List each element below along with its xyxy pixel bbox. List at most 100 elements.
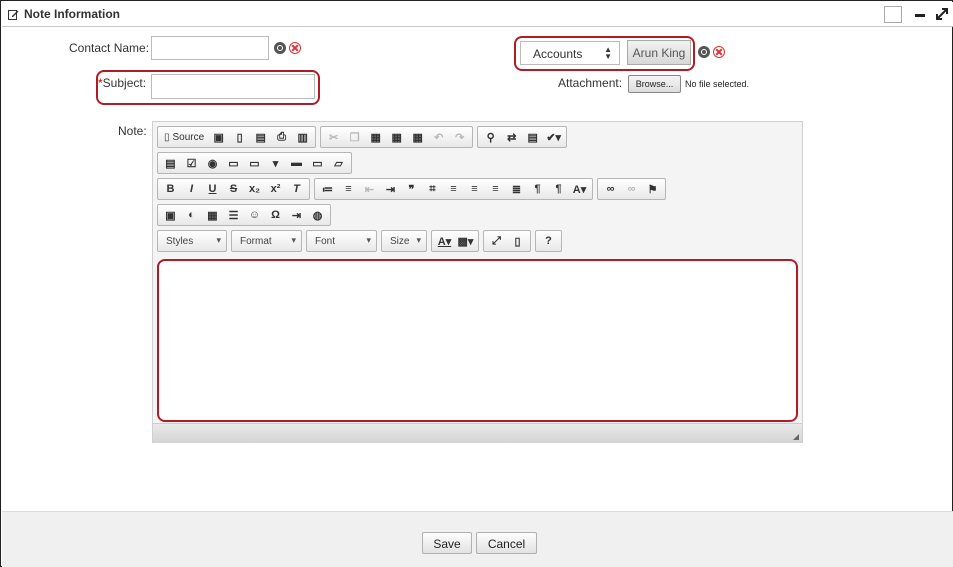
toolbar-group-basicstyles: B I U S x₂ x² T [157, 178, 310, 200]
editor-status-bar [153, 423, 802, 443]
help-button[interactable]: ? [538, 231, 559, 251]
align-center-icon[interactable]: ≡ [464, 179, 485, 199]
paste-text-icon[interactable]: ▦ [386, 127, 407, 147]
image-button-icon[interactable]: ▭ [307, 153, 328, 173]
replace-icon[interactable]: ⇄ [501, 127, 522, 147]
font-combo[interactable]: Font [306, 230, 377, 252]
panel-footer: Save Cancel [2, 511, 953, 567]
outdent-icon[interactable]: ⇤ [359, 179, 380, 199]
panel-title: Note Information [24, 7, 120, 21]
justify-icon[interactable]: ≣ [506, 179, 527, 199]
blockquote-icon[interactable]: ❞ [401, 179, 422, 199]
indent-icon[interactable]: ⇥ [380, 179, 401, 199]
radio-icon[interactable]: ◉ [202, 153, 223, 173]
form-icon[interactable]: ▤ [160, 153, 181, 173]
cut-icon[interactable]: ✂ [323, 127, 344, 147]
maximize-icon[interactable]: ⤢ [486, 231, 507, 251]
subject-label: *Subject: [98, 76, 146, 90]
anchor-icon[interactable]: ⚑ [642, 179, 663, 199]
toolbar-group-colors: A▾ ▩▾ [431, 230, 479, 252]
checkbox-icon[interactable]: ☑ [181, 153, 202, 173]
note-label: Note: [118, 124, 147, 138]
toolbar-row-1: ▯ Source ▣ ▯ ▤ ⎙ ▥ ✂ ❐ ▦ ▦ ▦ ↶ ↷ ⚲ ⇄ ▤ ✔▾ [157, 126, 568, 148]
size-combo[interactable]: Size [381, 230, 427, 252]
subject-input[interactable] [151, 74, 315, 99]
styles-combo[interactable]: Styles [157, 230, 227, 252]
hidden-field-icon[interactable]: ▱ [328, 153, 349, 173]
contact-name-input[interactable] [151, 36, 269, 60]
button-field-icon[interactable]: ▬ [286, 153, 307, 173]
underline-icon[interactable]: U [202, 179, 223, 199]
page-break-icon[interactable]: ⇥ [286, 205, 307, 225]
bulleted-list-icon[interactable]: ≡ [338, 179, 359, 199]
cancel-button[interactable]: Cancel [476, 532, 537, 554]
format-combo[interactable]: Format [231, 230, 302, 252]
flash-icon[interactable]: ◐ [181, 205, 202, 225]
numbered-list-icon[interactable]: ≔ [317, 179, 338, 199]
resize-handle-icon[interactable] [793, 434, 799, 440]
unlink-icon[interactable]: ∞ [621, 179, 642, 199]
redo-icon[interactable]: ↷ [449, 127, 470, 147]
related-to-select[interactable]: Accounts ▲ ▼ [520, 41, 620, 65]
note-edit-area[interactable] [157, 259, 798, 422]
new-page-icon[interactable]: ▯ [229, 127, 250, 147]
rich-text-editor: ▯ Source ▣ ▯ ▤ ⎙ ▥ ✂ ❐ ▦ ▦ ▦ ↶ ↷ ⚲ ⇄ ▤ ✔▾ [152, 121, 803, 443]
show-blocks-icon[interactable]: ▯ [507, 231, 528, 251]
language-icon[interactable]: A▾ [569, 179, 590, 199]
print-icon[interactable]: ⎙ [271, 127, 292, 147]
find-icon[interactable]: ⚲ [480, 127, 501, 147]
toolbar-row-3: B I U S x₂ x² T ≔ ≡ ⇤ ⇥ ❞ ⌗ ≡ ≡ ≡ ≣ ¶ ¶ [157, 178, 666, 200]
note-information-panel: Note Information Contact Name: *Subject:… [0, 0, 953, 567]
copy-icon[interactable]: ❐ [344, 127, 365, 147]
iframe-icon[interactable]: ◍ [307, 205, 328, 225]
remove-format-icon[interactable]: T [286, 179, 307, 199]
edit-icon [8, 10, 19, 20]
related-clear-icon[interactable] [713, 46, 725, 58]
toolbar-group-clipboard: ✂ ❐ ▦ ▦ ▦ ↶ ↷ [320, 126, 474, 148]
div-container-icon[interactable]: ⌗ [422, 179, 443, 199]
browse-button[interactable]: Browse... [628, 75, 681, 93]
image-icon[interactable]: ▣ [160, 205, 181, 225]
contact-name-label: Contact Name: [69, 41, 150, 55]
italic-icon[interactable]: I [181, 179, 202, 199]
preview-icon[interactable]: ▤ [250, 127, 271, 147]
toolbar-group-about: ? [535, 230, 562, 252]
bg-color-icon[interactable]: ▩▾ [455, 231, 476, 251]
table-icon[interactable]: ▦ [202, 205, 223, 225]
paste-icon[interactable]: ▦ [365, 127, 386, 147]
related-search-icon[interactable] [698, 46, 710, 58]
toolbar-group-insert: ▣ ◐ ▦ ☰ ☺ Ω ⇥ ◍ [157, 204, 331, 226]
special-char-icon[interactable]: Ω [265, 205, 286, 225]
save-button[interactable]: Save [422, 532, 472, 554]
related-to-selected: Accounts [533, 47, 583, 61]
source-button[interactable]: ▯ Source [160, 127, 208, 147]
expand-icon[interactable] [933, 6, 951, 23]
strike-icon[interactable]: S [223, 179, 244, 199]
textfield-icon[interactable]: ▭ [223, 153, 244, 173]
select-field-icon[interactable]: ▾ [265, 153, 286, 173]
text-color-icon[interactable]: A▾ [434, 231, 455, 251]
link-icon[interactable]: ∞ [600, 179, 621, 199]
textarea-icon[interactable]: ▭ [244, 153, 265, 173]
undo-icon[interactable]: ↶ [428, 127, 449, 147]
contact-search-icon[interactable] [274, 42, 286, 54]
bold-icon[interactable]: B [160, 179, 181, 199]
smiley-icon[interactable]: ☺ [244, 205, 265, 225]
related-record-button[interactable]: Arun King [627, 40, 691, 65]
align-left-icon[interactable]: ≡ [443, 179, 464, 199]
horizontal-line-icon[interactable]: ☰ [223, 205, 244, 225]
rtl-icon[interactable]: ¶ [548, 179, 569, 199]
paste-word-icon[interactable]: ▦ [407, 127, 428, 147]
spellcheck-icon[interactable]: ✔▾ [543, 127, 564, 147]
contact-clear-icon[interactable] [289, 42, 301, 54]
restore-button[interactable] [884, 6, 902, 23]
subscript-icon[interactable]: x₂ [244, 179, 265, 199]
templates-icon[interactable]: ▥ [292, 127, 313, 147]
align-right-icon[interactable]: ≡ [485, 179, 506, 199]
source-label: Source [172, 131, 205, 143]
save-doc-icon[interactable]: ▣ [208, 127, 229, 147]
minimize-button[interactable] [911, 6, 929, 23]
select-all-icon[interactable]: ▤ [522, 127, 543, 147]
superscript-icon[interactable]: x² [265, 179, 286, 199]
ltr-icon[interactable]: ¶ [527, 179, 548, 199]
